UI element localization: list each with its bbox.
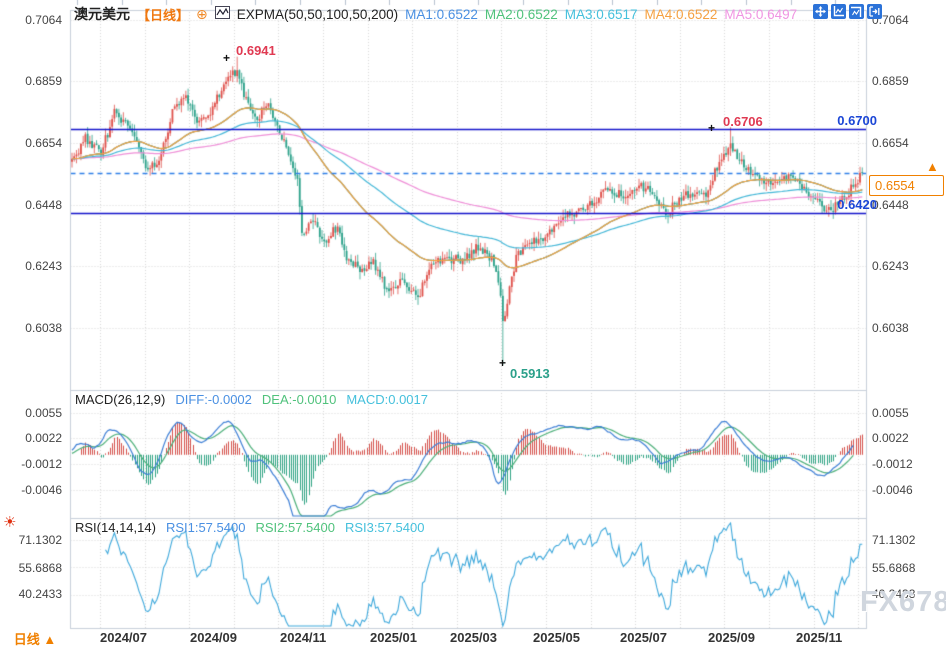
xaxis-label: 2024/11: [280, 630, 326, 645]
add-indicator-icon[interactable]: ⊕: [196, 7, 208, 21]
recent-high-marker: +: [708, 121, 715, 135]
xaxis-label: 2025/01: [370, 630, 417, 645]
main-ytick-left: 0.6859: [0, 74, 62, 88]
macd-macd-value: MACD:0.0017: [346, 392, 428, 407]
main-ytick-left: 0.6243: [0, 259, 62, 273]
recent-high-annotation: 0.6706: [723, 114, 763, 129]
rsi1-value: RSI1:57.5400: [166, 520, 246, 535]
ma1-value: MA1:0.6522: [405, 7, 478, 22]
pan-right-icon[interactable]: [867, 4, 882, 19]
main-ytick-left: 0.6038: [0, 321, 62, 335]
ma4-value: MA4:0.6522: [645, 7, 718, 22]
macd-ytick-left: -0.0046: [0, 483, 62, 497]
main-ytick-right: 0.6859: [872, 74, 909, 88]
main-ytick-left: 0.7064: [0, 13, 62, 27]
last-price-badge: 0.6554: [869, 175, 944, 196]
xaxis-label: 2025/05: [533, 630, 580, 645]
macd-dea-value: DEA:-0.0010: [262, 392, 336, 407]
main-ytick-left: 0.6654: [0, 136, 62, 150]
macd-ytick-left: 0.0055: [0, 406, 62, 420]
rsi-header: RSI(14,14,14) RSI1:57.5400 RSI2:57.5400 …: [75, 520, 424, 535]
rsi-ytick-right: 71.1302: [872, 533, 915, 547]
main-ytick-left: 0.6448: [0, 198, 62, 212]
xaxis-label: 2024/09: [190, 630, 237, 645]
xaxis-label: 2025/11: [796, 630, 842, 645]
chart-header: 澳元美元 【日线】 ⊕ EXPMA(50,50,100,50,200) MA1:…: [74, 5, 797, 23]
macd-diff-value: DIFF:-0.0002: [175, 392, 252, 407]
main-ytick-right: 0.6243: [872, 259, 909, 273]
ma2-value: MA2:0.6522: [485, 7, 558, 22]
macd-header: MACD(26,12,9) DIFF:-0.0002 DEA:-0.0010 M…: [75, 392, 428, 407]
watermark: FX678: [860, 586, 946, 619]
main-ytick-right: 0.6038: [872, 321, 909, 335]
low-annotation: 0.5913: [510, 366, 550, 381]
symbol-name: 澳元美元: [74, 4, 130, 24]
price-up-arrow-icon: ▲: [926, 159, 939, 174]
macd-ytick-left: 0.0022: [0, 431, 62, 445]
macd-ytick-right: -0.0046: [872, 483, 913, 497]
macd-ytick-right: 0.0055: [872, 406, 909, 420]
xaxis-label: 2025/09: [708, 630, 755, 645]
y-axis-zoom-icon[interactable]: [831, 4, 846, 19]
ma3-value: MA3:0.6517: [565, 7, 638, 22]
x-axis-zoom-icon[interactable]: [849, 4, 864, 19]
low-marker: +: [499, 356, 506, 370]
rsi3-value: RSI3:57.5400: [345, 520, 425, 535]
rsi-ytick-left: 55.6868: [0, 561, 62, 575]
trading-chart-app: 澳元美元 【日线】 ⊕ EXPMA(50,50,100,50,200) MA1:…: [0, 0, 946, 646]
price-chart-canvas[interactable]: [0, 0, 946, 646]
xaxis-label: 2025/07: [620, 630, 667, 645]
hot-indicator-icon[interactable]: ☀: [3, 513, 16, 531]
macd-ytick-left: -0.0012: [0, 457, 62, 471]
rsi-title[interactable]: RSI(14,14,14): [75, 520, 156, 535]
move-tool-icon[interactable]: [813, 4, 828, 19]
resistance-level-label: 0.6700: [837, 113, 877, 128]
xaxis-label: 2024/07: [100, 630, 147, 645]
rsi-ytick-right: 55.6868: [872, 561, 915, 575]
macd-ytick-right: 0.0022: [872, 431, 909, 445]
macd-ytick-right: -0.0012: [872, 457, 913, 471]
indicator-label[interactable]: EXPMA(50,50,100,50,200): [237, 7, 398, 22]
main-ytick-right: 0.6654: [872, 136, 909, 150]
main-ytick-right: 0.6448: [872, 198, 909, 212]
high-annotation: 0.6941: [236, 43, 276, 58]
support-level-label: 0.6420: [837, 197, 877, 212]
chart-toolbar: [813, 4, 882, 19]
high-marker: +: [223, 51, 230, 65]
xaxis-label: 2025/03: [450, 630, 497, 645]
ma5-value: MA5:0.6497: [724, 7, 797, 22]
period-tab-daily[interactable]: 日线 ▲: [0, 629, 70, 646]
rsi-ytick-left: 40.2433: [0, 587, 62, 601]
period-tag: 【日线】: [137, 5, 189, 24]
rsi-ytick-left: 71.1302: [0, 533, 62, 547]
mini-chart-icon: [215, 6, 230, 24]
macd-title[interactable]: MACD(26,12,9): [75, 392, 165, 407]
rsi2-value: RSI2:57.5400: [255, 520, 335, 535]
